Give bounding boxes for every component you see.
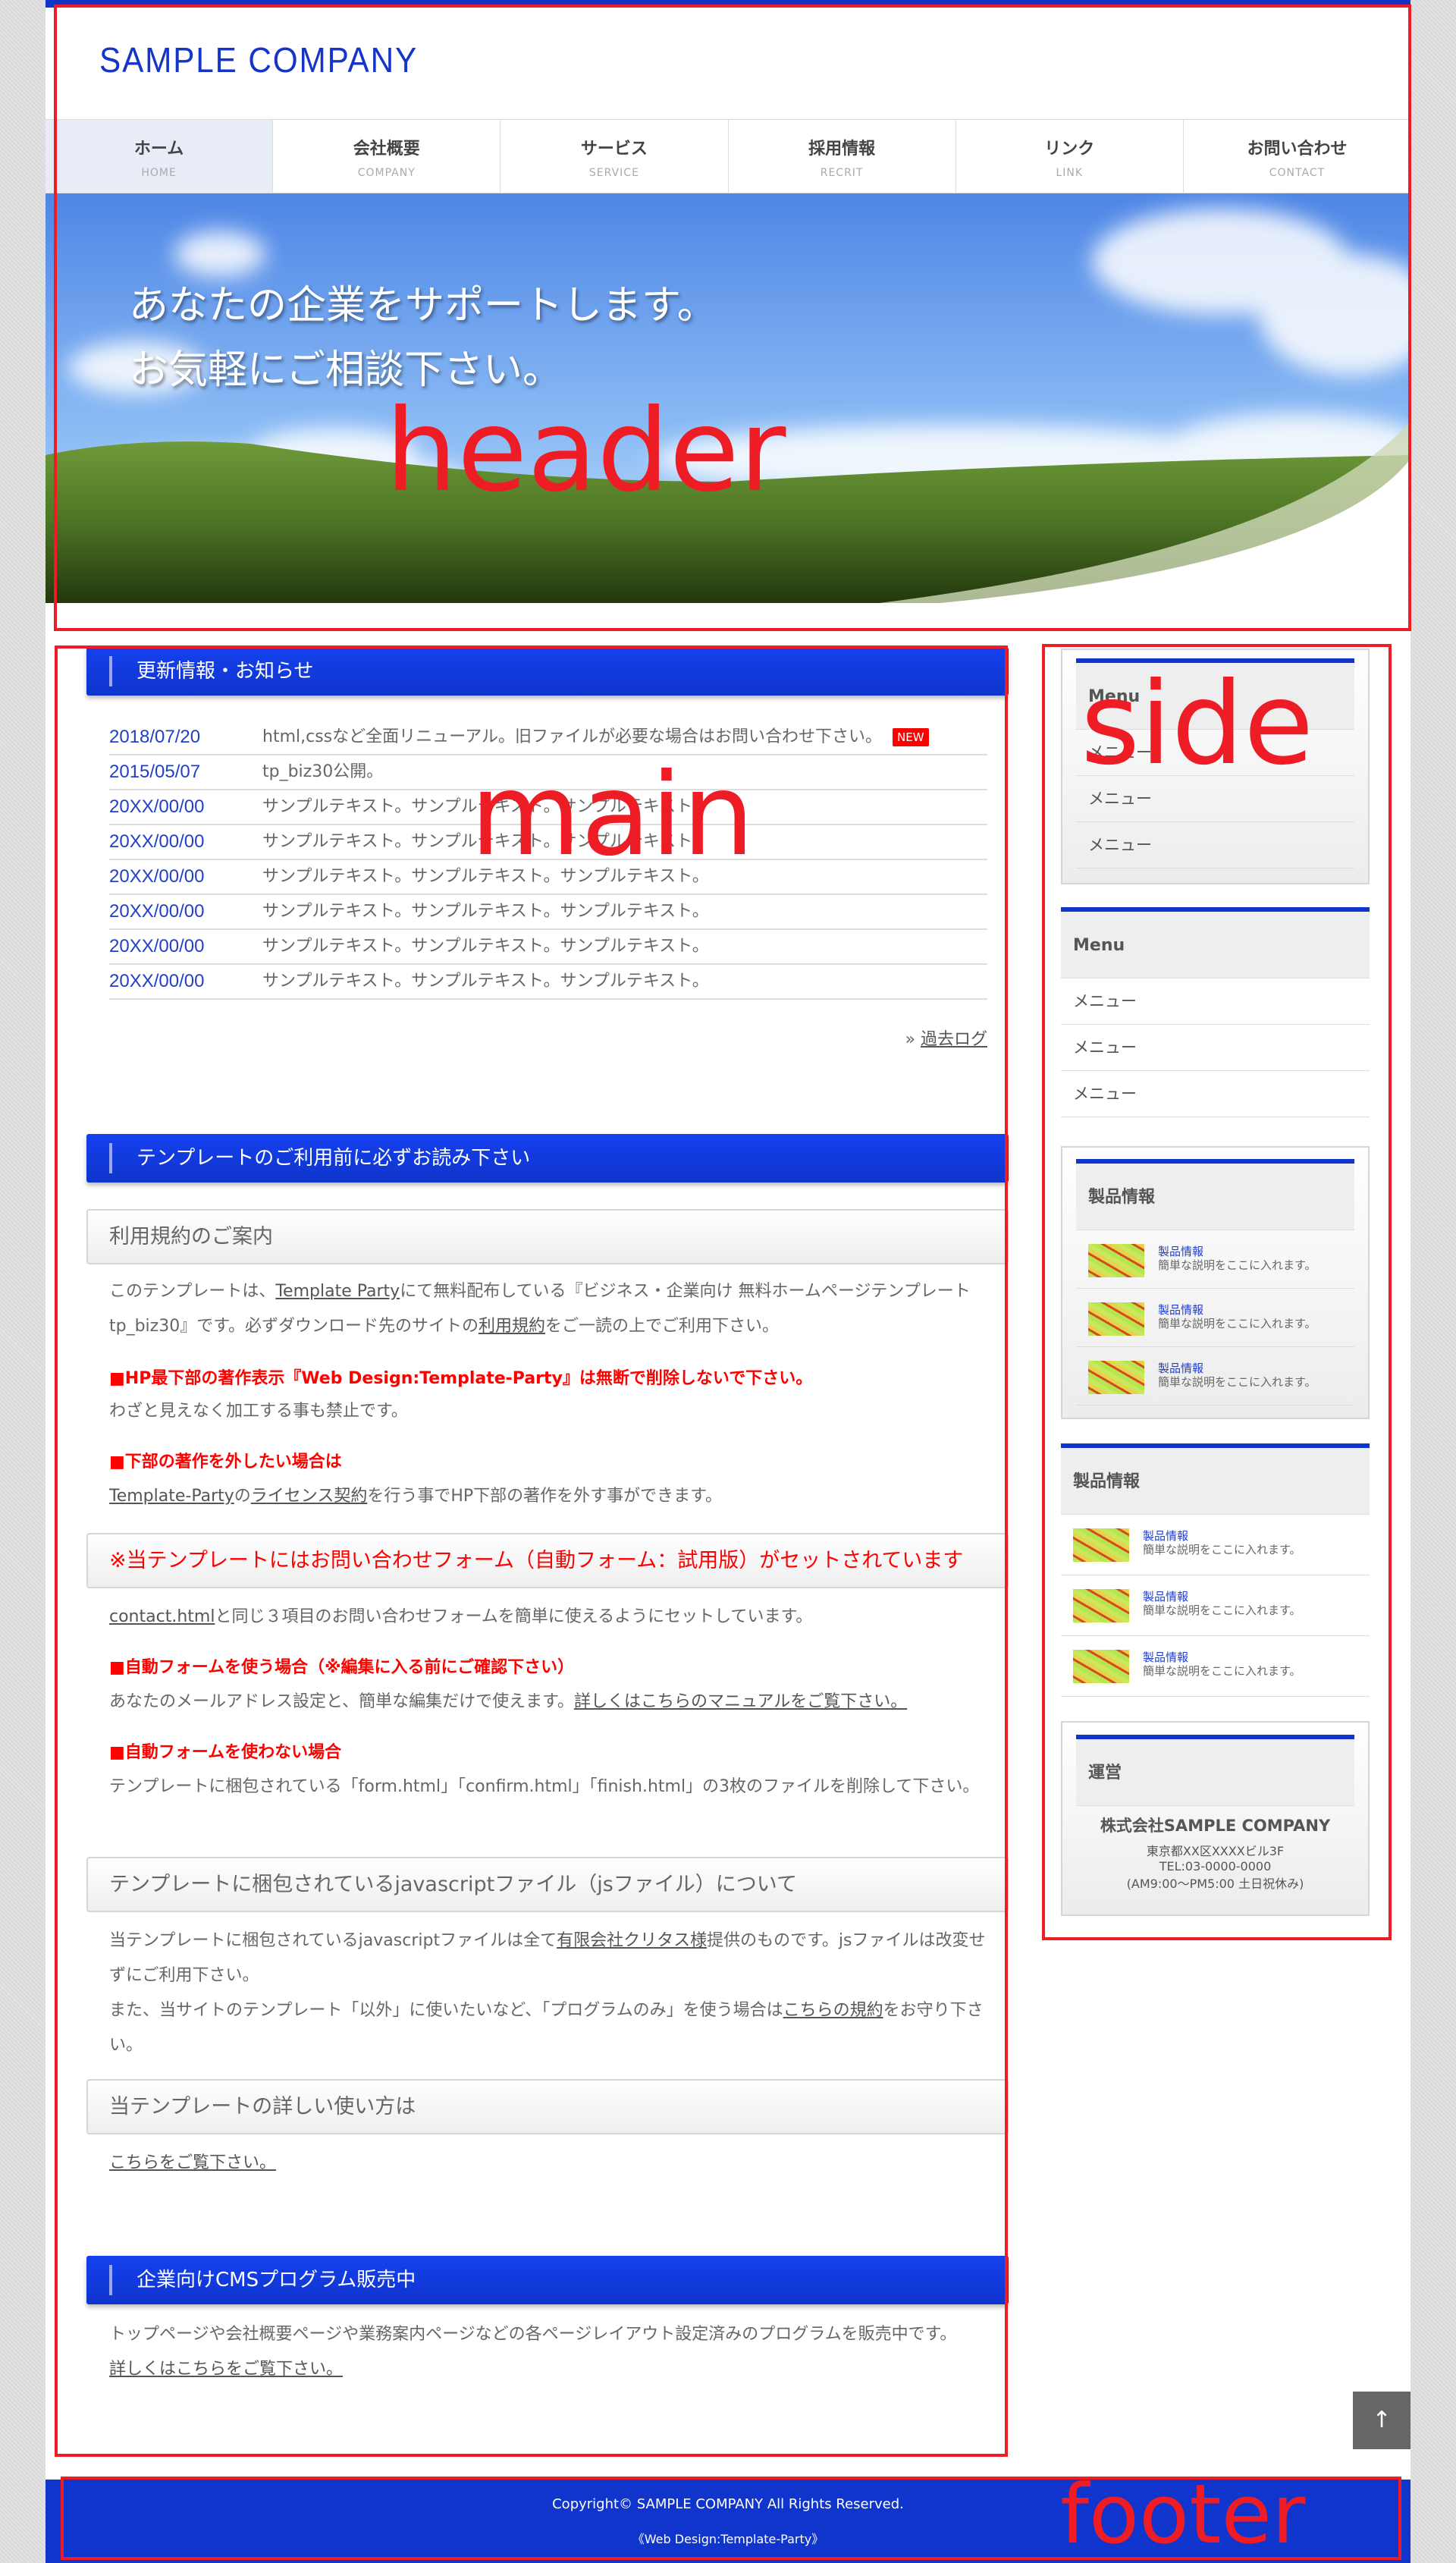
annotation-header-box bbox=[54, 5, 1411, 631]
annotation-side-label: side bbox=[1081, 658, 1314, 790]
annotation-main-label: main bbox=[470, 749, 755, 881]
back-to-top-button[interactable]: ↑ bbox=[1353, 2392, 1410, 2449]
annotation-main-box bbox=[55, 645, 1008, 2457]
arrow-up-icon: ↑ bbox=[1372, 2407, 1392, 2433]
annotation-side-box bbox=[1042, 644, 1392, 1940]
annotation-header-label: header bbox=[385, 385, 786, 517]
annotation-footer-label: footer bbox=[1060, 2467, 1306, 2562]
